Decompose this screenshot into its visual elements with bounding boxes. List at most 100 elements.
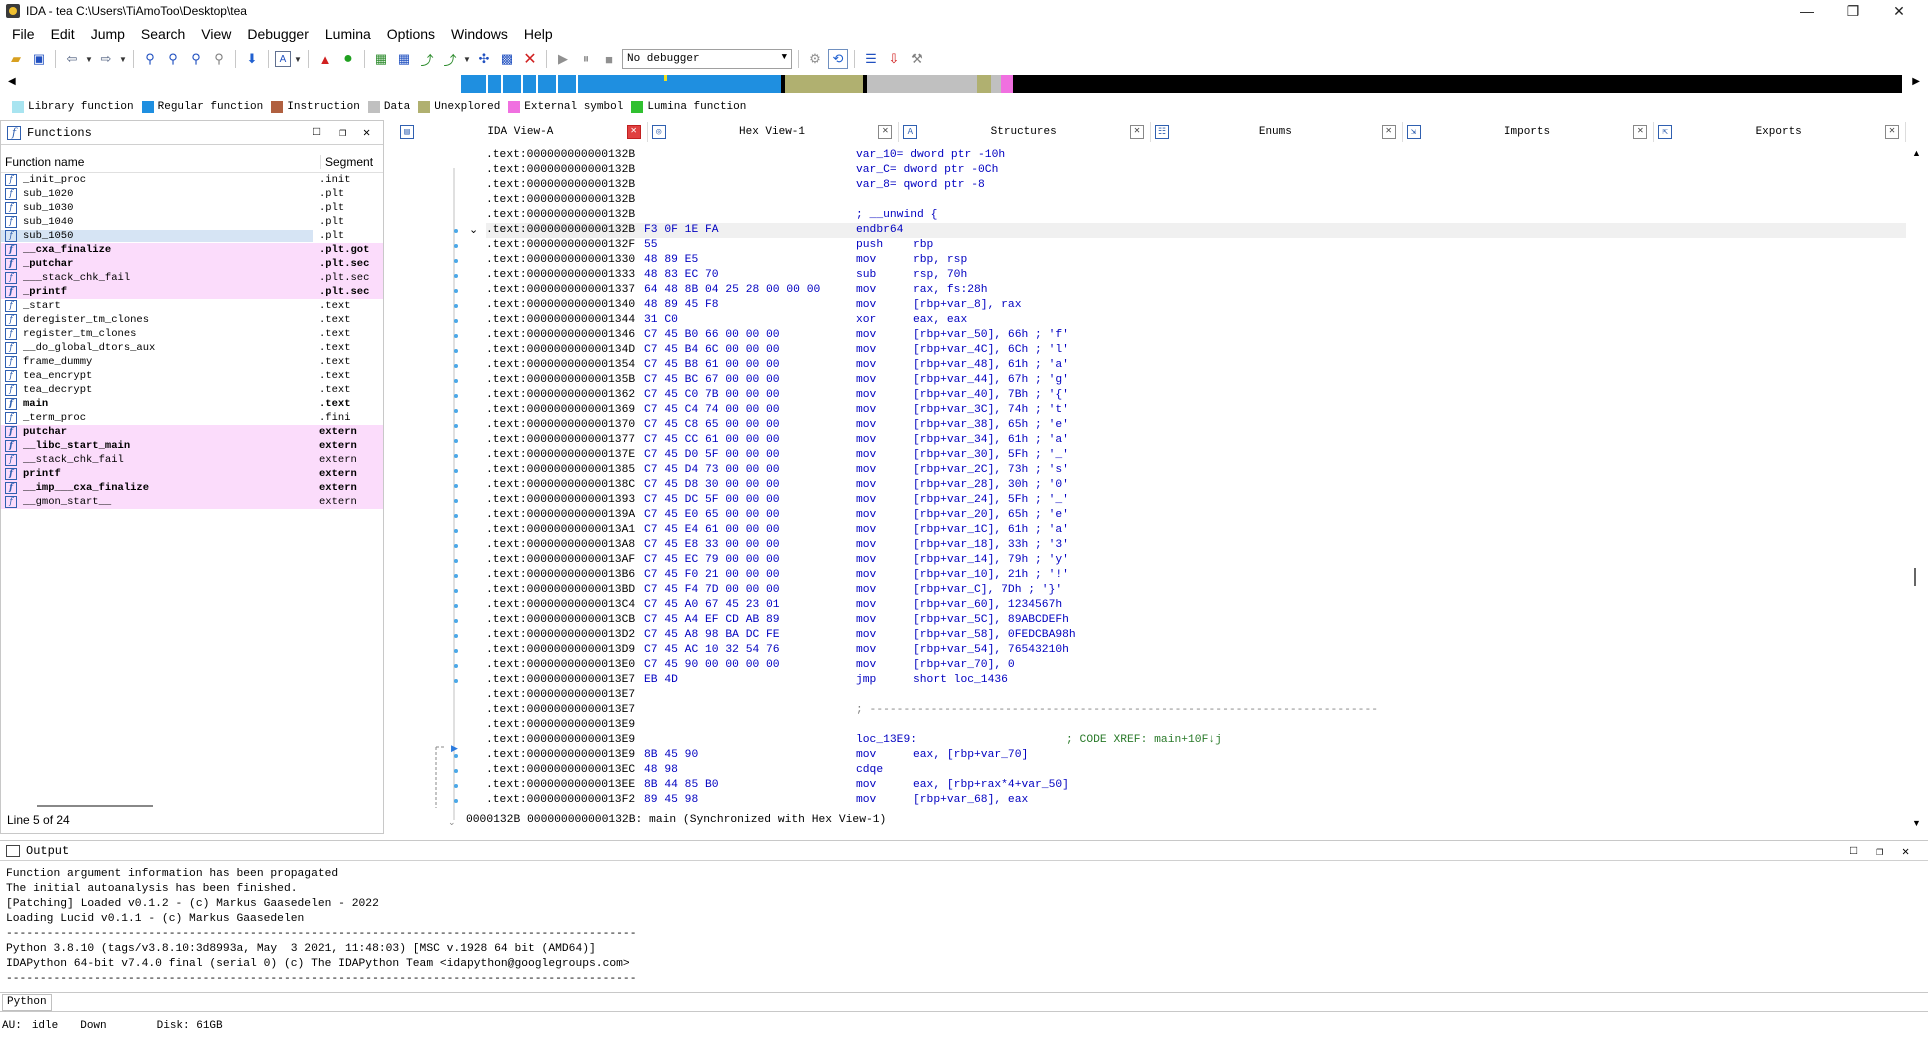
- function-row[interactable]: f ___stack_chk_fail .plt.sec: [1, 271, 383, 285]
- function-row[interactable]: f putchar extern: [1, 425, 383, 439]
- function-row[interactable]: f deregister_tm_clones .text: [1, 313, 383, 327]
- tab-structures[interactable]: A Structures ✕: [899, 122, 1152, 142]
- disasm-line[interactable]: .text:000000000000132F 55 push rbp: [486, 238, 1906, 253]
- function-row[interactable]: f sub_1020 .plt: [1, 187, 383, 201]
- float-panel-icon[interactable]: ❐: [339, 125, 346, 140]
- function-row[interactable]: f sub_1050 .plt: [1, 229, 383, 243]
- plugin-icon[interactable]: ⤴: [440, 49, 460, 69]
- maximize-panel-icon[interactable]: □: [313, 125, 320, 139]
- close-window-button[interactable]: ✕: [1876, 0, 1922, 22]
- disasm-line[interactable]: .text:00000000000013BD C7 45 F4 7D 00 00 …: [486, 583, 1906, 598]
- maximize-panel-icon[interactable]: □: [1850, 844, 1857, 858]
- debugger-select[interactable]: No debugger ▼: [622, 49, 792, 69]
- search-binary-icon[interactable]: ⚲: [186, 49, 206, 69]
- function-row[interactable]: f _printf .plt.sec: [1, 285, 383, 299]
- disasm-line[interactable]: .text:00000000000013E7: [486, 688, 1906, 703]
- minimize-button[interactable]: —: [1784, 0, 1830, 22]
- disasm-line[interactable]: .text:0000000000001344 31 C0 xor eax, eax: [486, 313, 1906, 328]
- binoculars-icon[interactable]: ⚲: [140, 49, 160, 69]
- disasm-line[interactable]: .text:00000000000013C4 C7 45 A0 67 45 23 …: [486, 598, 1906, 613]
- forward-arrow-icon[interactable]: ⇨: [96, 49, 116, 69]
- disasm-line[interactable]: .text:00000000000013EC 48 98 cdqe: [486, 763, 1906, 778]
- disasm-line[interactable]: .text:00000000000013E9: [486, 718, 1906, 733]
- sync-icon[interactable]: ⟲: [828, 49, 848, 69]
- back-arrow-icon[interactable]: ⇦: [62, 49, 82, 69]
- function-row[interactable]: f __do_global_dtors_aux .text: [1, 341, 383, 355]
- function-row[interactable]: f __stack_chk_fail extern: [1, 453, 383, 467]
- disasm-line[interactable]: .text:000000000000132B ; __unwind {: [486, 208, 1906, 223]
- disasm-line[interactable]: .text:0000000000001337 64 48 8B 04 25 28 …: [486, 283, 1906, 298]
- function-row[interactable]: f register_tm_clones .text: [1, 327, 383, 341]
- chevron-down-icon[interactable]: ▼: [294, 55, 302, 64]
- python-input-bar[interactable]: Python: [0, 992, 1928, 1012]
- function-row[interactable]: f sub_1040 .plt: [1, 215, 383, 229]
- proximity-icon[interactable]: ✣: [474, 49, 494, 69]
- function-row[interactable]: f tea_decrypt .text: [1, 383, 383, 397]
- attach-icon[interactable]: ⚙: [805, 49, 825, 69]
- function-row[interactable]: f __cxa_finalize .plt.got: [1, 243, 383, 257]
- function-row[interactable]: f _term_proc .fini: [1, 411, 383, 425]
- pause-process-icon[interactable]: ⏸: [576, 49, 596, 69]
- tab-close-icon[interactable]: ✕: [1130, 125, 1145, 139]
- tab-close-icon[interactable]: ✕: [1381, 125, 1396, 139]
- function-row[interactable]: f printf extern: [1, 467, 383, 481]
- open-folder-icon[interactable]: ▰: [6, 49, 26, 69]
- lumina-push-icon[interactable]: ⚒: [907, 49, 927, 69]
- tab-ida-view-a[interactable]: ▤ IDA View-A ✕: [396, 122, 648, 142]
- tab-imports[interactable]: ⇲ Imports ✕: [1403, 122, 1655, 142]
- menu-debugger[interactable]: Debugger: [239, 26, 317, 42]
- start-process-icon[interactable]: ▶: [553, 49, 573, 69]
- disasm-line[interactable]: .text:00000000000013B6 C7 45 F0 21 00 00 …: [486, 568, 1906, 583]
- breakpoint-icon[interactable]: ▩: [497, 49, 517, 69]
- close-panel-icon[interactable]: ✕: [1902, 844, 1909, 859]
- tab-close-icon[interactable]: ✕: [1633, 125, 1648, 139]
- disasm-line[interactable]: .text:0000000000001330 48 89 E5 mov rbp, rs…: [486, 253, 1906, 268]
- tab-enums[interactable]: ☷ Enums ✕: [1151, 122, 1403, 142]
- tab-close-icon[interactable]: ✕: [878, 125, 893, 139]
- disasm-line[interactable]: .text:0000000000001333 48 83 EC 70 sub rsp,…: [486, 268, 1906, 283]
- disasm-line[interactable]: .text:00000000000013D9 C7 45 AC 10 32 54 …: [486, 643, 1906, 658]
- disasm-line[interactable]: .text:000000000000132B var_8= qword ptr -…: [486, 178, 1906, 193]
- function-row[interactable]: f _init_proc .init: [1, 173, 383, 187]
- scroll-down-icon[interactable]: ▼: [1912, 818, 1921, 828]
- close-panel-icon[interactable]: ✕: [363, 125, 370, 140]
- list-icon[interactable]: ☰: [861, 49, 881, 69]
- disasm-line[interactable]: .text:0000000000001370 C7 45 C8 65 00 00 …: [486, 418, 1906, 433]
- float-panel-icon[interactable]: ❐: [1876, 844, 1883, 859]
- chevron-down-icon[interactable]: ▼: [463, 55, 471, 64]
- disasm-line[interactable]: .text:00000000000013AF C7 45 EC 79 00 00 …: [486, 553, 1906, 568]
- disasm-line[interactable]: .text:000000000000135B C7 45 BC 67 00 00 …: [486, 373, 1906, 388]
- navigation-strip[interactable]: [16, 75, 1902, 93]
- function-row[interactable]: f _putchar .plt.sec: [1, 257, 383, 271]
- disasm-line[interactable]: .text:00000000000013A8 C7 45 E8 33 00 00 …: [486, 538, 1906, 553]
- down-arrow-icon[interactable]: ⬇: [242, 49, 262, 69]
- scroll-up-icon[interactable]: ▲: [1912, 148, 1921, 158]
- save-icon[interactable]: ▣: [29, 49, 49, 69]
- chevron-down-icon[interactable]: ▼: [85, 55, 93, 64]
- function-row[interactable]: f main .text: [1, 397, 383, 411]
- menu-view[interactable]: View: [193, 26, 239, 42]
- disasm-line[interactable]: .text:00000000000013E9 8B 45 90 mov eax, [r…: [486, 748, 1906, 763]
- disasm-line[interactable]: .text:00000000000013E7 EB 4D jmp short loc_…: [486, 673, 1906, 688]
- function-row[interactable]: f frame_dummy .text: [1, 355, 383, 369]
- function-row[interactable]: f sub_1030 .plt: [1, 201, 383, 215]
- disasm-line[interactable]: .text:00000000000013E0 C7 45 90 00 00 00 …: [486, 658, 1906, 673]
- horizontal-scrollbar[interactable]: [37, 805, 153, 807]
- disasm-line[interactable]: .text:0000000000001340 48 89 45 F8 mov [rbp…: [486, 298, 1906, 313]
- disasm-line[interactable]: .text:00000000000013E9 loc_13E9: ; CODE XR…: [486, 733, 1906, 748]
- disasm-line[interactable]: .text:00000000000013D2 C7 45 A8 98 BA DC …: [486, 628, 1906, 643]
- terminate-process-icon[interactable]: ■: [599, 49, 619, 69]
- column-function-name[interactable]: Function name: [1, 154, 321, 169]
- menu-search[interactable]: Search: [133, 26, 193, 42]
- green-circle-icon[interactable]: ●: [338, 49, 358, 69]
- disasm-line[interactable]: .text:0000000000001393 C7 45 DC 5F 00 00 …: [486, 493, 1906, 508]
- search-next-icon[interactable]: ⚲: [209, 49, 229, 69]
- column-segment[interactable]: Segment: [321, 155, 373, 169]
- tab-close-icon[interactable]: ✕: [1885, 125, 1900, 139]
- disasm-line[interactable]: .text:000000000000137E C7 45 D0 5F 00 00 …: [486, 448, 1906, 463]
- tab-exports[interactable]: ⇱ Exports ✕: [1654, 122, 1907, 142]
- disasm-line[interactable]: .text:0000000000001362 C7 45 C0 7B 00 00 …: [486, 388, 1906, 403]
- text-view-icon[interactable]: A: [275, 51, 291, 67]
- scroll-thumb[interactable]: [1914, 568, 1916, 586]
- lumina-pull-icon[interactable]: ⇩: [884, 49, 904, 69]
